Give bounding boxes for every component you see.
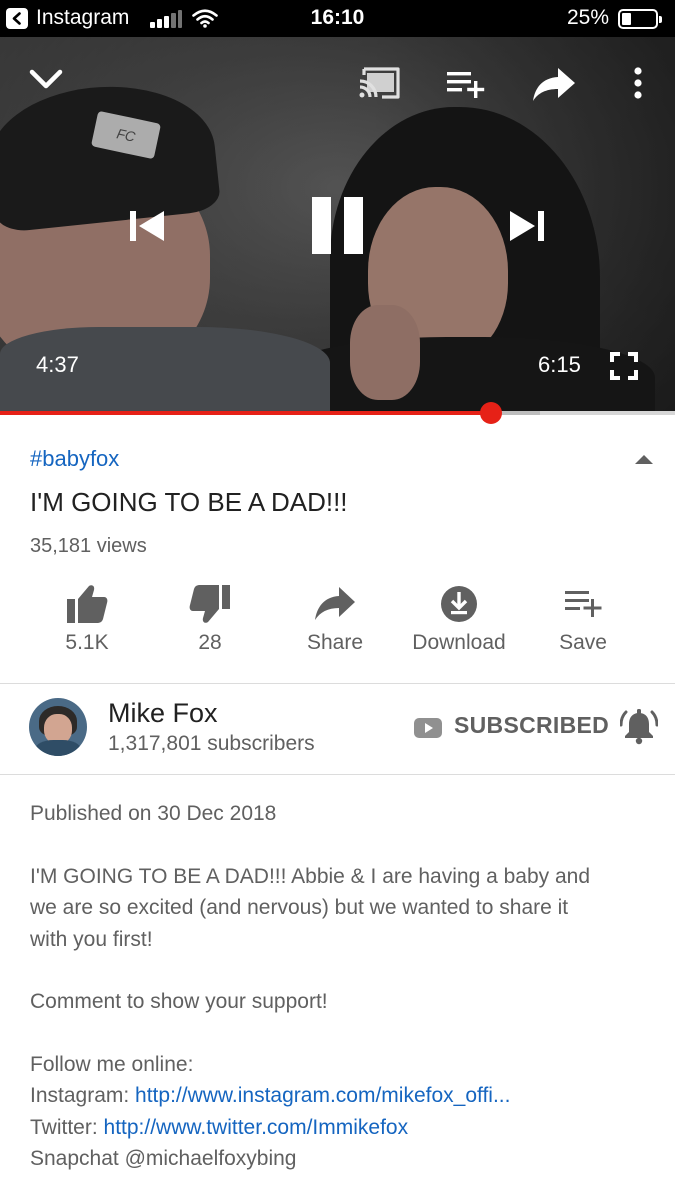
channel-row: Mike Fox 1,317,801 subscribers SUBSCRIBE… — [0, 684, 675, 774]
youtube-play-icon — [414, 718, 442, 743]
chevron-down-icon[interactable] — [28, 67, 64, 96]
save-label: Save — [559, 631, 607, 654]
seek-bar[interactable] — [0, 402, 675, 424]
divider — [0, 774, 675, 775]
more-vert-icon[interactable] — [632, 66, 644, 105]
twitter-label: Twitter: — [30, 1115, 104, 1139]
instagram-line: Instagram: http://www.instagram.com/mike… — [30, 1080, 650, 1112]
channel-avatar[interactable] — [29, 698, 87, 756]
thumbs-down-icon — [145, 584, 275, 624]
collapse-description-icon[interactable] — [634, 452, 654, 470]
instagram-link[interactable]: http://www.instagram.com/mikefox_offi... — [135, 1084, 510, 1107]
dislike-count: 28 — [198, 631, 222, 654]
action-bar: 5.1K 28 Share Download Save — [0, 580, 675, 670]
video-player[interactable]: FC 4:37 6:15 — [0, 37, 675, 413]
previous-icon[interactable] — [128, 209, 166, 248]
twitter-line: Twitter: http://www.twitter.com/Immikefo… — [30, 1112, 650, 1144]
subscriber-count: 1,317,801 subscribers — [108, 732, 315, 755]
share-button[interactable]: Share — [270, 580, 400, 670]
hashtag-link[interactable]: #babyfox — [30, 446, 119, 472]
share-icon — [270, 584, 400, 624]
video-title: I'M GOING TO BE A DAD!!! — [30, 487, 348, 517]
duration: 6:15 — [538, 352, 581, 377]
status-bar: Instagram 16:10 25% — [0, 0, 675, 37]
share-label: Share — [306, 631, 364, 654]
cast-icon[interactable] — [358, 65, 402, 106]
snapchat-line: Snapchat @michaelfoxybing — [30, 1147, 297, 1170]
view-count: 35,181 views — [30, 535, 147, 557]
seek-handle[interactable] — [479, 402, 502, 424]
download-icon — [394, 584, 524, 624]
description-line: with you first! — [30, 927, 153, 951]
like-count: 5.1K — [65, 631, 109, 654]
current-time: 4:37 — [36, 352, 79, 377]
description-line: I'M GOING TO BE A DAD!!! Abbie & I are h… — [30, 864, 591, 888]
share-icon[interactable] — [532, 66, 576, 107]
publish-date: Published on 30 Dec 2018 — [30, 802, 277, 825]
next-icon[interactable] — [508, 209, 546, 248]
download-label: Download — [412, 631, 506, 654]
fullscreen-icon[interactable] — [610, 352, 638, 385]
instagram-label: Instagram: — [30, 1084, 136, 1107]
battery-percent: 25% — [567, 6, 610, 29]
description-line: we are so excited (and nervous) but we w… — [30, 896, 569, 919]
channel-name[interactable]: Mike Fox — [108, 698, 218, 729]
description-line: Follow me online: — [30, 1052, 194, 1076]
battery-icon — [618, 9, 662, 29]
description-line: Comment to show your support! — [30, 990, 328, 1013]
download-button[interactable]: Download — [394, 580, 524, 670]
twitter-link[interactable]: http://www.twitter.com/Immikefox — [104, 1116, 409, 1139]
pause-icon[interactable] — [309, 195, 365, 260]
like-button[interactable]: 5.1K — [22, 580, 152, 670]
save-button[interactable]: Save — [518, 580, 648, 670]
played-bar — [0, 411, 491, 415]
subscribed-label: SUBSCRIBED — [454, 712, 610, 738]
add-to-playlist-icon — [518, 584, 648, 624]
notification-bell-icon[interactable] — [619, 708, 659, 751]
description: Published on 30 Dec 2018 I'M GOING TO BE… — [30, 798, 650, 1175]
add-to-queue-icon[interactable] — [446, 69, 486, 104]
dislike-button[interactable]: 28 — [145, 580, 275, 670]
thumbs-up-icon — [22, 584, 152, 624]
